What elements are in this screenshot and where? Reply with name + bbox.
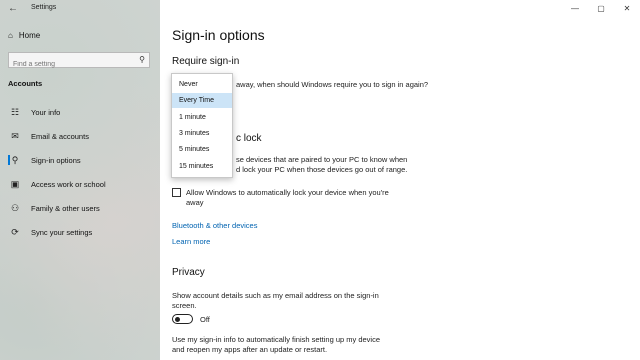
section-label: Accounts (8, 79, 43, 88)
key-icon: ⚲ (11, 154, 19, 165)
dynamic-lock-heading: c lock (236, 133, 262, 144)
main-panel: — ▢ ✕ Sign-in options Require sign-in aw… (160, 0, 640, 360)
dropdown-option-1-minute[interactable]: 1 minute (172, 110, 232, 125)
dynamic-lock-text-2: d lock your PC when those devices go out… (236, 165, 408, 174)
dropdown-option-5-minutes[interactable]: 5 minutes (172, 142, 232, 157)
sidebar-item-access-work[interactable]: ▣ Access work or school (0, 174, 160, 194)
sidebar-item-label: Family & other users (31, 203, 100, 213)
dynamic-lock-checkbox[interactable] (172, 188, 181, 197)
family-icon: ⚇ (10, 202, 20, 213)
toggle-knob (175, 316, 180, 322)
checkbox-label-2: away (186, 198, 204, 207)
privacy-text2-2: and reopen my apps after an update or re… (172, 345, 328, 354)
privacy-text-1: Show account details such as my email ad… (172, 291, 379, 300)
title-bar: ← Settings (0, 0, 160, 18)
close-button[interactable]: ✕ (614, 0, 640, 16)
sidebar-item-sync-settings[interactable]: ⟳ Sync your settings (0, 222, 160, 242)
privacy-toggle[interactable] (172, 314, 193, 324)
sidebar-item-email-accounts[interactable]: ✉ Email & accounts (0, 126, 160, 146)
learn-more-link[interactable]: Learn more (172, 237, 210, 246)
require-signin-text: away, when should Windows require you to… (236, 80, 429, 89)
sidebar-item-family-users[interactable]: ⚇ Family & other users (0, 198, 160, 218)
privacy-heading: Privacy (172, 267, 205, 278)
mail-icon: ✉ (11, 130, 19, 141)
app-title: Settings (31, 4, 57, 11)
back-arrow-icon[interactable]: ← (8, 3, 18, 14)
maximize-button[interactable]: ▢ (588, 0, 614, 16)
briefcase-icon: ▣ (10, 178, 20, 189)
minimize-button[interactable]: — (562, 0, 588, 16)
privacy-text2-1: Use my sign-in info to automatically fin… (172, 335, 381, 344)
bluetooth-link[interactable]: Bluetooth & other devices (172, 221, 257, 230)
privacy-text-2: screen. (172, 301, 197, 310)
toggle-state-label: Off (200, 315, 210, 324)
sync-icon: ⟳ (11, 226, 19, 237)
search-box[interactable]: ⚲ (8, 52, 150, 72)
dropdown-option-15-minutes[interactable]: 15 minutes (172, 159, 232, 174)
sidebar-item-label: Sign-in options (31, 155, 81, 165)
dropdown-option-never[interactable]: Never (172, 77, 232, 92)
require-signin-heading: Require sign-in (172, 56, 240, 67)
dynamic-lock-text-1: se devices that are paired to your PC to… (236, 155, 408, 164)
person-card-icon: ☷ (10, 106, 20, 117)
home-button[interactable]: ⌂ Home (8, 31, 40, 40)
window-controls: — ▢ ✕ (562, 0, 640, 16)
home-label: Home (18, 31, 41, 40)
sidebar-item-label: Email & accounts (31, 131, 89, 141)
sidebar: ← Settings ⌂ Home ⚲ Accounts ☷ Your info… (0, 0, 160, 360)
page-title: Sign-in options (172, 27, 265, 43)
checkbox-label-1: Allow Windows to automatically lock your… (186, 188, 389, 197)
sidebar-item-your-info[interactable]: ☷ Your info (0, 102, 160, 122)
sidebar-item-label: Access work or school (31, 179, 106, 189)
sidebar-item-label: Your info (31, 107, 61, 117)
sidebar-item-label: Sync your settings (31, 227, 93, 237)
dropdown-option-every-time[interactable]: Every Time (172, 93, 232, 108)
search-input[interactable] (9, 57, 133, 72)
sidebar-item-sign-in-options[interactable]: ⚲ Sign-in options (0, 150, 160, 170)
search-icon[interactable]: ⚲ (139, 55, 145, 64)
home-icon: ⌂ (8, 31, 13, 40)
require-signin-dropdown[interactable]: Never Every Time 1 minute 3 minutes 5 mi… (171, 73, 233, 178)
dropdown-option-3-minutes[interactable]: 3 minutes (172, 126, 232, 141)
